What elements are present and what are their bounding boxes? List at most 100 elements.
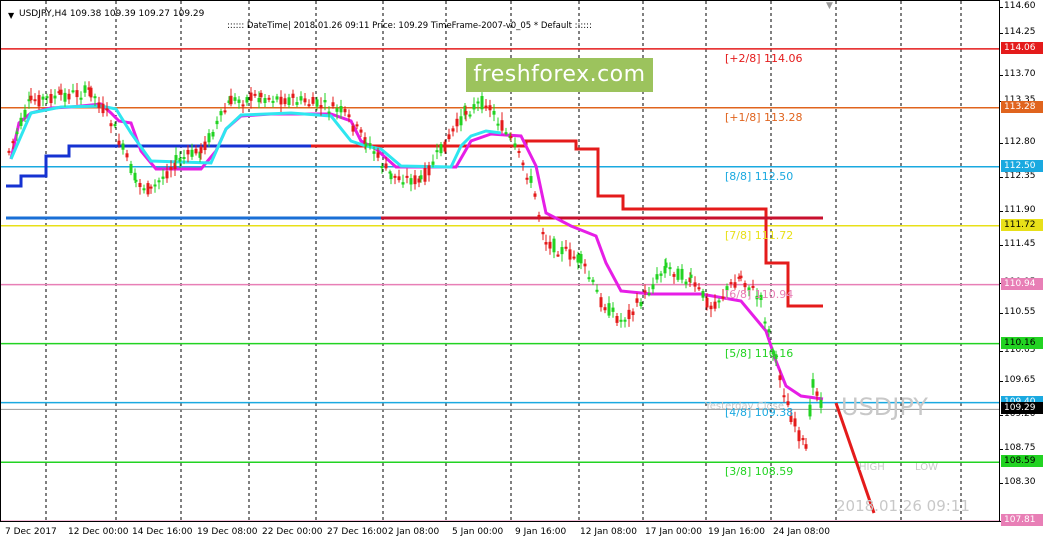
candle-body [109, 123, 113, 127]
price-tick-label: 112.35 [1004, 171, 1036, 182]
candle-body [89, 87, 93, 98]
candle-body [459, 116, 463, 126]
level-label: [8/8] 112.50 [725, 169, 794, 183]
price-tick [1000, 7, 1003, 8]
candle-body [161, 176, 165, 179]
price-tick-label: 112.80 [1004, 137, 1036, 148]
price-tick [1000, 350, 1003, 352]
candle-body [611, 307, 615, 312]
candle-body [729, 282, 733, 285]
price-tick-label: 108.75 [1004, 443, 1036, 454]
chart-shift-icon[interactable]: ▼ [826, 1, 833, 11]
candle-body [49, 94, 53, 104]
price-tag: 110.16 [1001, 336, 1043, 349]
level-label: [3/8] 108.59 [725, 465, 794, 479]
ma-line-cyan [9, 104, 502, 169]
candle-body [45, 96, 49, 99]
time-tick-label: 5 Jan 00:00 [452, 527, 504, 537]
candle-body [419, 175, 423, 180]
candle-body [583, 263, 587, 267]
time-tick-label: 14 Dec 16:00 [132, 527, 193, 537]
price-tick [1000, 211, 1003, 213]
candle-body [241, 104, 245, 107]
candle-body [423, 168, 427, 182]
candle-body [804, 444, 808, 449]
candle-body [668, 267, 672, 270]
candle-body [782, 395, 786, 398]
candle-body [182, 157, 186, 160]
candle-body [229, 95, 233, 105]
candle-body [659, 273, 663, 276]
candle-body [643, 290, 647, 293]
price-tick-label: 114.25 [1004, 27, 1036, 38]
candle-body [521, 162, 525, 166]
candle-body [37, 95, 41, 107]
time-tick-label: 7 Dec 2017 [5, 527, 57, 537]
candle-body [405, 175, 409, 178]
candle-body [245, 97, 249, 103]
price-tick [1000, 177, 1003, 179]
candle-body [303, 98, 307, 103]
candle-body [257, 98, 261, 103]
candle-body [355, 124, 359, 127]
candle-body [105, 108, 109, 111]
candle-body [767, 329, 771, 333]
candle-body [647, 293, 651, 296]
candle-body [291, 93, 295, 98]
candle-body [705, 297, 709, 308]
time-tick-label: 2 Jan 08:00 [388, 527, 440, 537]
candle-body [23, 109, 27, 118]
candle-body [786, 401, 790, 406]
candle-body [808, 404, 812, 417]
candle-body [53, 95, 57, 99]
candle-body [149, 186, 153, 189]
level-label: [6/8] 110.94 [725, 287, 794, 301]
candle-body [447, 134, 451, 140]
candle-body [319, 105, 323, 109]
candle-body [174, 155, 178, 161]
candle-body [299, 96, 303, 101]
level-label: [+2/8] 114.06 [725, 51, 803, 65]
candle-body [41, 96, 45, 100]
candle-body [253, 93, 257, 96]
candle-body [492, 110, 496, 115]
candle-body [564, 246, 568, 249]
candle-body [684, 281, 688, 285]
candle-body [368, 143, 372, 147]
candle-body [680, 268, 684, 280]
candle-body [587, 277, 591, 280]
candle-body [778, 375, 782, 381]
symbol-ohlc: USDJPY,H4 109.38 109.39 109.27 109.29 [19, 9, 205, 19]
candle-body [153, 184, 157, 187]
candle-body [533, 193, 537, 197]
candle-body [63, 92, 67, 102]
symbol-menu-icon[interactable]: ▼ [8, 11, 14, 20]
chart-area[interactable]: ▼ USDJPY,H4 109.38 109.39 109.27 109.29 … [0, 0, 1000, 522]
candle-body [504, 132, 508, 135]
candle-body [797, 430, 801, 442]
candle-body [134, 179, 138, 182]
time-tick-label: 17 Jan 00:00 [645, 527, 702, 537]
candle-body [67, 93, 71, 100]
candle-body [529, 176, 533, 183]
candle-body [431, 161, 435, 165]
candle-body [347, 114, 351, 118]
candle-body [359, 129, 363, 133]
candle-body [157, 180, 161, 183]
candle-body [169, 166, 173, 170]
candle-body [279, 96, 283, 105]
candle-body [739, 275, 743, 279]
candle-body [339, 106, 343, 113]
candle-body [351, 125, 355, 132]
candle-body [287, 97, 291, 105]
candle-body [384, 163, 388, 169]
candle-body [393, 175, 397, 178]
price-tick-label: 108.30 [1004, 477, 1036, 488]
candle-body [101, 103, 105, 114]
candle-body [323, 100, 327, 103]
candle-body [623, 319, 627, 322]
time-tick-label: 12 Dec 00:00 [68, 527, 129, 537]
candle-body [603, 307, 607, 311]
price-tag: 108.59 [1001, 455, 1043, 468]
candle-body [283, 98, 287, 105]
